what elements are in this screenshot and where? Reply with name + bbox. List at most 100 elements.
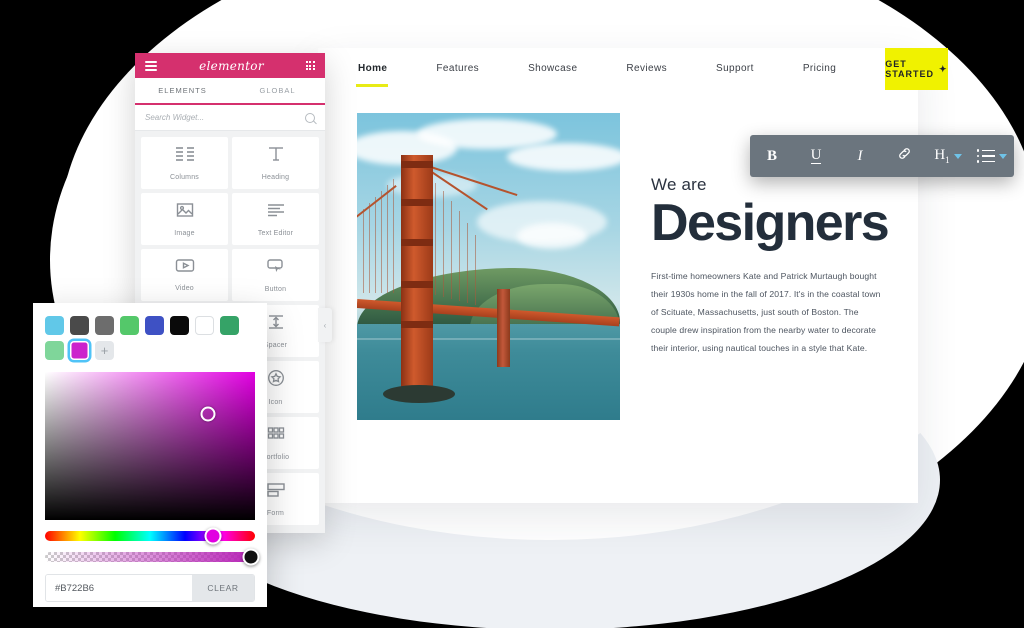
heading-icon (267, 146, 285, 167)
widget-heading[interactable]: Heading (232, 137, 319, 189)
hero-paragraph[interactable]: First-time homeowners Kate and Patrick M… (651, 267, 881, 357)
widget-label: Icon (268, 398, 283, 406)
cloud (507, 143, 620, 171)
panel-collapse-toggle[interactable]: ‹ (318, 308, 332, 342)
hero-headline[interactable]: Designers (651, 197, 890, 249)
color-swatch-list: + (33, 303, 267, 360)
bridge-tower-far (497, 289, 510, 367)
chevron-down-icon (953, 153, 962, 159)
nav-link-pricing[interactable]: Pricing (803, 63, 836, 76)
get-started-button[interactable]: GET STARTED ✦ (885, 48, 948, 90)
color-swatch[interactable] (70, 316, 89, 335)
bold-label: B (766, 147, 777, 164)
hex-input[interactable]: #B722B6 (46, 575, 192, 601)
image-icon (176, 202, 194, 223)
alpha-slider-handle[interactable] (242, 548, 260, 566)
spacer-icon (266, 314, 286, 335)
saturation-value-field[interactable] (45, 372, 255, 520)
italic-label: I (857, 147, 863, 164)
color-swatch-selected[interactable] (70, 341, 89, 360)
cloud (517, 223, 587, 249)
cable-strand (363, 209, 364, 293)
nav-link-home[interactable]: Home (355, 63, 389, 87)
button-icon (266, 258, 286, 279)
widget-label: Video (175, 285, 194, 292)
nav-link-reviews[interactable]: Reviews (626, 63, 667, 76)
widget-text-editor[interactable]: Text Editor (232, 193, 319, 245)
color-swatch[interactable] (95, 316, 114, 335)
color-swatch[interactable] (195, 316, 214, 335)
grid-icon[interactable] (305, 61, 315, 70)
sparkle-icon: ✦ (939, 63, 948, 74)
text-editor-icon (266, 202, 286, 223)
add-color-swatch-button[interactable]: + (95, 341, 114, 360)
widget-image[interactable]: Image (141, 193, 228, 245)
cable-strand (475, 235, 476, 305)
heading-label: H1 (934, 147, 950, 165)
hero-text-block: We are Designers First-time homeowners K… (651, 175, 890, 366)
list-dropdown[interactable] (970, 149, 1014, 163)
star-icon (267, 369, 285, 392)
color-swatch[interactable] (145, 316, 164, 335)
link-icon (897, 146, 912, 166)
cable-strand (381, 191, 382, 293)
tab-global[interactable]: GLOBAL (230, 78, 325, 103)
screenshot-stage: Home Features Showcase Reviews Support P… (0, 0, 1024, 628)
heading-dropdown[interactable]: H1 (926, 147, 970, 165)
chevron-down-icon (999, 153, 1008, 159)
alpha-slider[interactable] (45, 548, 260, 566)
underline-button[interactable]: U (794, 148, 838, 164)
search-widget-field[interactable]: Search Widget... (135, 105, 325, 131)
columns-icon (175, 146, 195, 167)
underline-label: U (810, 147, 822, 164)
chevron-left-icon: ‹ (323, 320, 327, 330)
widget-label: Form (266, 509, 285, 517)
panel-header: elementor (135, 53, 325, 78)
nav-link-features[interactable]: Features (436, 63, 479, 76)
hero-eyebrow: We are (651, 175, 707, 194)
color-swatch[interactable] (220, 316, 239, 335)
widget-label: Spacer (263, 341, 288, 349)
sv-cursor-handle[interactable] (200, 406, 216, 422)
hero-image[interactable] (357, 113, 620, 420)
site-top-navigation: Home Features Showcase Reviews Support P… (318, 48, 948, 90)
cable-strand (369, 203, 370, 293)
italic-button[interactable]: I (838, 148, 882, 165)
hue-slider-handle[interactable] (204, 527, 222, 545)
clear-button[interactable]: CLEAR (192, 575, 254, 601)
widget-button[interactable]: Button (232, 249, 319, 301)
bridge-pier (383, 385, 455, 403)
elementor-logo: elementor (199, 58, 264, 73)
form-icon (266, 482, 286, 503)
search-placeholder: Search Widget... (145, 113, 205, 122)
widget-label: Columns (169, 173, 200, 181)
color-swatch[interactable] (170, 316, 189, 335)
widget-video[interactable]: Video (141, 249, 228, 301)
portfolio-icon (267, 426, 285, 447)
nav-link-support[interactable]: Support (716, 63, 754, 76)
cable-strand (451, 201, 452, 299)
color-swatch[interactable] (120, 316, 139, 335)
color-picker-popup: + #B722B6 CLEAR (33, 303, 267, 607)
widget-label: Button (264, 285, 287, 293)
bold-button[interactable]: B (750, 148, 794, 165)
nav-link-showcase[interactable]: Showcase (528, 63, 577, 76)
hex-input-row: #B722B6 CLEAR (45, 574, 255, 602)
hue-slider[interactable] (45, 527, 255, 545)
text-format-toolbar: B U I H1 (750, 135, 1014, 177)
tab-elements[interactable]: ELEMENTS (135, 78, 230, 105)
widget-label: Text Editor (257, 229, 294, 237)
cable-strand (387, 185, 388, 293)
cable-strand (443, 191, 444, 297)
nav-links: Home Features Showcase Reviews Support P… (318, 48, 885, 90)
widget-columns[interactable]: Columns (141, 137, 228, 189)
color-swatch[interactable] (45, 341, 64, 360)
link-button[interactable] (882, 146, 926, 166)
plus-icon: + (100, 343, 109, 358)
widget-label: Image (174, 229, 195, 237)
cable-strand (435, 183, 436, 295)
cable-strand (467, 223, 468, 303)
hamburger-icon[interactable] (145, 60, 157, 71)
bridge-tower-far-cap (497, 289, 510, 293)
color-swatch[interactable] (45, 316, 64, 335)
